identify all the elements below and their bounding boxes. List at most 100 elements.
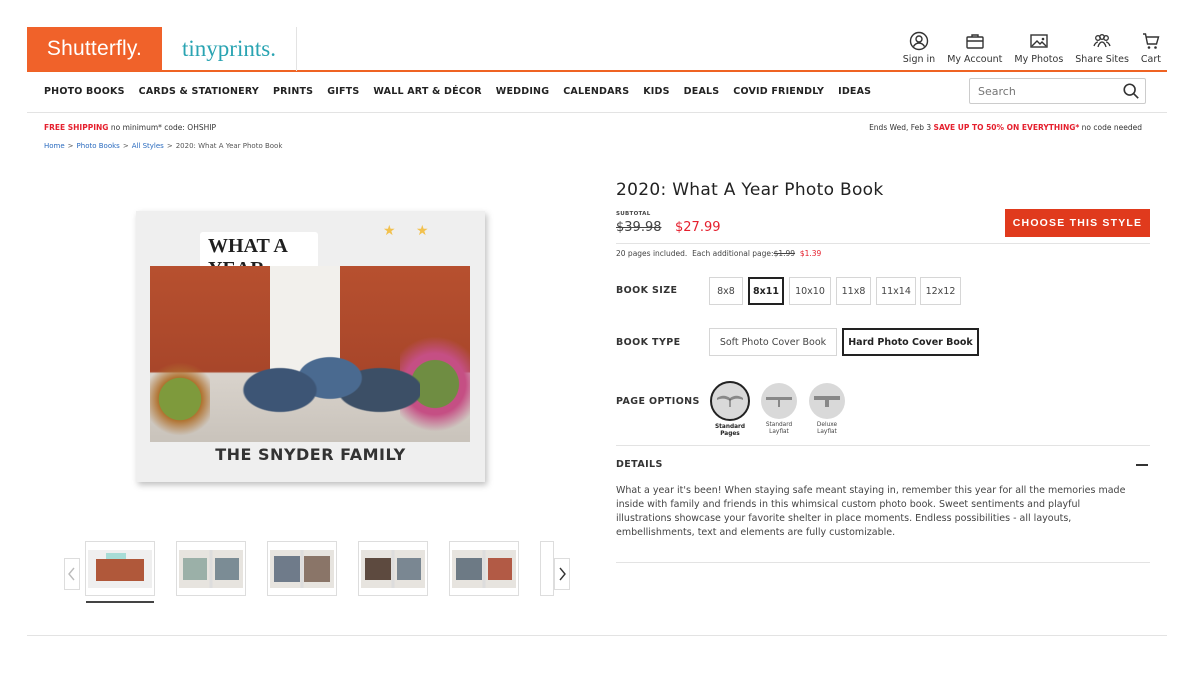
size-option-8x11[interactable]: 8x11 — [748, 277, 784, 305]
type-option-hard-cover[interactable]: Hard Photo Cover Book — [842, 328, 979, 356]
nav-prints[interactable]: PRINTS — [273, 86, 313, 97]
divider — [616, 243, 1150, 244]
size-option-10x10[interactable]: 10x10 — [789, 277, 831, 305]
book-size-label: BOOK SIZE — [616, 285, 678, 296]
nav-calendars[interactable]: CALENDARS — [563, 86, 629, 97]
page-option-swatch — [809, 383, 845, 419]
size-option-12x12[interactable]: 12x12 — [920, 277, 961, 305]
sale-promo-date: Ends Wed, Feb 3 — [869, 123, 934, 132]
sale-promo-suffix: no code needed — [1079, 123, 1142, 132]
type-option-soft-cover[interactable]: Soft Photo Cover Book — [709, 328, 837, 356]
chevron-right-icon — [559, 567, 566, 581]
search-box — [969, 78, 1146, 104]
sale-promo-highlight: SAVE UP TO 50% ON EVERYTHING* — [933, 123, 1080, 132]
details-heading[interactable]: DETAILS — [616, 459, 663, 470]
caption-line: Standard — [765, 422, 793, 428]
caption-line: Standard — [714, 424, 746, 430]
thumbnail-spread-2[interactable] — [267, 541, 337, 596]
nav-kids[interactable]: KIDS — [643, 86, 669, 97]
thumbnail-spread-3[interactable] — [358, 541, 428, 596]
shutterfly-logo[interactable]: Shutterfly. — [27, 27, 162, 71]
thumbnail-spread-4[interactable] — [449, 541, 519, 596]
page-option-standard-pages[interactable]: Standard Pages — [710, 381, 750, 438]
shipping-promo: FREE SHIPPING no minimum* code: OHSHIP — [44, 123, 216, 132]
thumbnail-spread-5[interactable] — [540, 541, 554, 596]
my-photos-label: My Photos — [1014, 54, 1064, 65]
people-icon — [1093, 34, 1111, 48]
book-deluxe-layflat-icon — [814, 396, 840, 407]
choose-style-button[interactable]: CHOOSE THIS STYLE — [1005, 209, 1150, 237]
share-sites-link[interactable]: Share Sites — [1069, 31, 1135, 65]
book-pages-icon — [717, 395, 743, 407]
thumbnail-image — [179, 549, 243, 588]
nav-ideas[interactable]: IDEAS — [838, 86, 871, 97]
share-sites-label: Share Sites — [1075, 54, 1129, 65]
nav-gifts[interactable]: GIFTS — [327, 86, 359, 97]
size-option-11x8[interactable]: 11x8 — [836, 277, 871, 305]
footer-divider — [27, 635, 1167, 636]
photo-plants-left — [150, 356, 210, 442]
carousel-prev-button[interactable] — [64, 558, 80, 590]
pages-info: 20 pages included. Each additional page:… — [616, 249, 821, 258]
nav-photo-books[interactable]: PHOTO BOOKS — [44, 86, 125, 97]
divider — [616, 562, 1150, 563]
nav-wedding[interactable]: WEDDING — [496, 86, 549, 97]
my-photos-link[interactable]: My Photos — [1008, 31, 1069, 65]
page-option-swatch — [761, 383, 797, 419]
nav-cards-stationery[interactable]: CARDS & STATIONERY — [139, 86, 259, 97]
search-icon[interactable] — [1122, 82, 1140, 100]
thumbnail-image — [452, 549, 516, 588]
breadcrumb: Home > Photo Books > All Styles > 2020: Wha… — [44, 142, 282, 150]
breadcrumb-current: 2020: What A Year Photo Book — [175, 142, 283, 150]
tinyprints-logo[interactable]: tinyprints. — [162, 27, 297, 71]
page-option-standard-layflat[interactable]: Standard Layflat — [759, 383, 799, 436]
thumbnail-cover[interactable] — [85, 541, 155, 603]
page-option-deluxe-layflat[interactable]: Deluxe Layflat — [807, 383, 847, 436]
breadcrumb-all-styles[interactable]: All Styles — [132, 142, 164, 150]
nav-wall-art[interactable]: WALL ART & DÉCOR — [373, 86, 481, 97]
page-option-swatch — [710, 381, 750, 421]
caption-line: Deluxe — [816, 422, 838, 428]
additional-page-new-price: $1.39 — [799, 249, 822, 258]
product-title: 2020: What A Year Photo Book — [616, 180, 884, 200]
my-account-link[interactable]: My Account — [941, 31, 1008, 65]
main-nav: PHOTO BOOKS CARDS & STATIONERY PRINTS GI… — [27, 73, 1167, 113]
cover-family-photo — [150, 266, 470, 442]
user-icon — [909, 31, 929, 51]
thumbnail-image — [361, 549, 425, 588]
search-input[interactable] — [970, 79, 1110, 103]
book-layflat-icon — [766, 397, 792, 407]
sign-in-link[interactable]: Sign in — [897, 31, 941, 65]
size-option-11x14[interactable]: 11x14 — [876, 277, 916, 305]
photo-icon — [1030, 34, 1048, 48]
breadcrumb-separator: > — [166, 142, 173, 150]
pages-included: 20 pages included. — [616, 249, 688, 258]
site-header: Shutterfly. tinyprints. Sign in My Accou… — [27, 27, 1167, 72]
nav-deals[interactable]: DEALS — [684, 86, 720, 97]
thumbnail-image — [270, 549, 334, 588]
carousel-next-button[interactable] — [554, 558, 570, 590]
caption-line: Layflat — [817, 429, 837, 435]
thumbnail-carousel — [64, 540, 572, 605]
original-price: $39.98 — [616, 220, 662, 235]
thumbnail-spread-1[interactable] — [176, 541, 246, 596]
divider — [616, 445, 1150, 446]
sale-price: $27.99 — [675, 220, 721, 235]
sale-promo: Ends Wed, Feb 3 SAVE UP TO 50% ON EVERYT… — [869, 123, 1142, 132]
thumbnail-image — [88, 549, 152, 588]
product-cover-image[interactable]: WHAT A YEAR ★ ★ THE SNYDER FAMILY — [136, 211, 485, 482]
my-account-label: My Account — [947, 54, 1003, 65]
breadcrumb-photo-books[interactable]: Photo Books — [77, 142, 120, 150]
breadcrumb-separator: > — [67, 142, 74, 150]
shipping-promo-highlight: FREE SHIPPING — [44, 123, 109, 132]
utility-nav: Sign in My Account My Photos Share Sites… — [897, 31, 1167, 65]
caption-line: Layflat — [769, 429, 789, 435]
size-option-8x8[interactable]: 8x8 — [709, 277, 743, 305]
breadcrumb-home[interactable]: Home — [44, 142, 65, 150]
nav-covid-friendly[interactable]: COVID FRIENDLY — [733, 86, 824, 97]
book-type-label: BOOK TYPE — [616, 337, 681, 348]
photo-family-members — [220, 306, 420, 426]
collapse-icon[interactable] — [1136, 464, 1148, 466]
sign-in-label: Sign in — [902, 54, 936, 65]
cart-link[interactable]: Cart — [1135, 31, 1167, 65]
